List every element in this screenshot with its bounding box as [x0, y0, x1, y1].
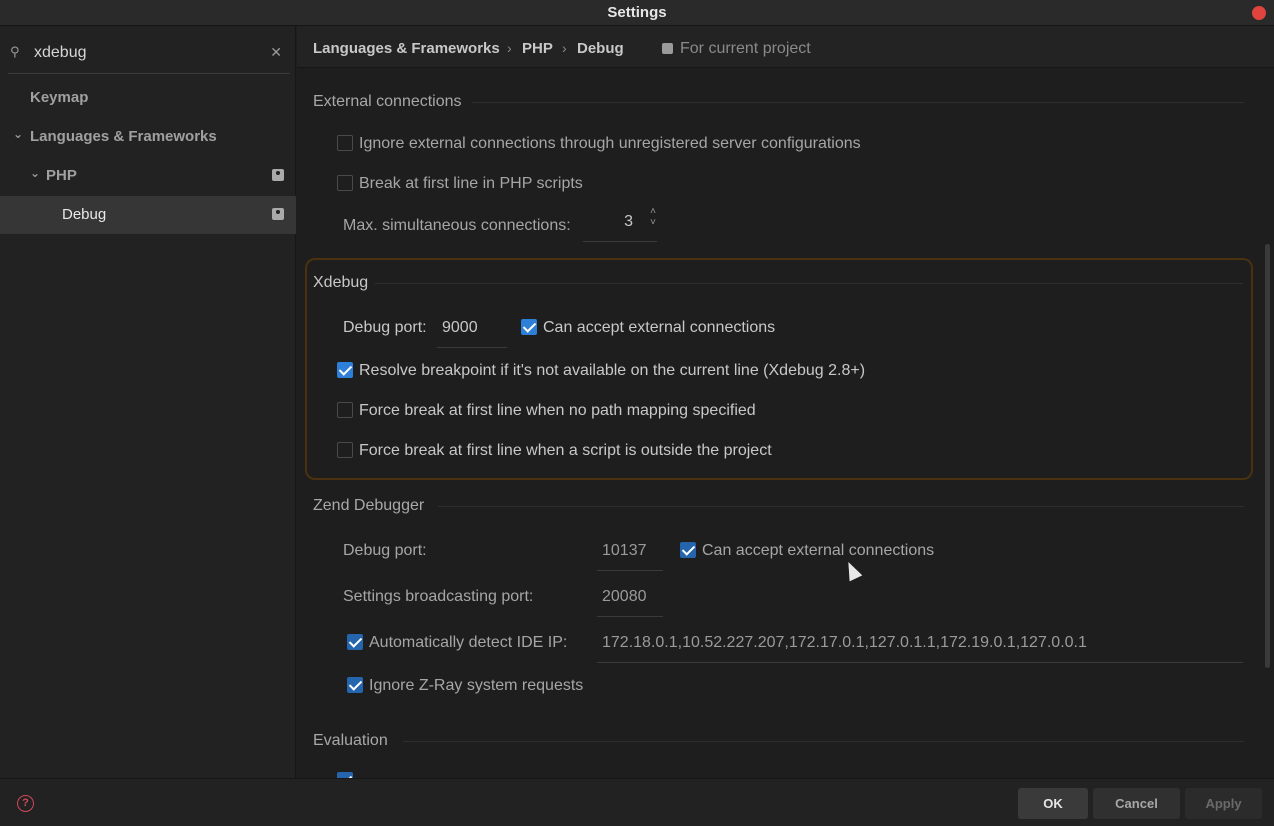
clear-search-icon[interactable]: ✕ [270, 44, 282, 61]
project-scope-icon [272, 169, 284, 181]
apply-button[interactable]: Apply [1185, 788, 1262, 819]
force-break-no-path-label[interactable]: Force break at first line when no path m… [359, 402, 756, 420]
ignore-zray-checkbox[interactable] [347, 677, 363, 693]
resolve-breakpoint-checkbox[interactable] [337, 362, 353, 378]
settings-search: ⚲ ✕ [8, 34, 290, 74]
title-bar: Settings [0, 0, 1274, 26]
broadcast-port-label: Settings broadcasting port: [343, 588, 534, 605]
sidebar-item-languages-frameworks[interactable]: ⌄ Languages & Frameworks [0, 118, 296, 156]
evaluation-title: Evaluation [313, 732, 388, 749]
sidebar-item-label: Debug [62, 206, 107, 223]
ignore-zray-label[interactable]: Ignore Z-Ray system requests [369, 677, 583, 695]
break-first-line-checkbox[interactable] [337, 175, 353, 191]
zend-accept-label[interactable]: Can accept external connections [702, 542, 934, 560]
scope-label: For current project [680, 40, 811, 57]
dialog-footer: ? OK Cancel Apply [0, 778, 1274, 826]
force-break-outside-label[interactable]: Force break at first line when a script … [359, 442, 772, 460]
ide-ip-field[interactable]: 172.18.0.1,10.52.227.207,172.17.0.1,127.… [597, 625, 1243, 663]
group-divider [472, 102, 1244, 103]
zend-port-field[interactable]: 10137 [597, 533, 663, 571]
chevron-down-icon[interactable]: ⌄ [13, 127, 23, 141]
cancel-button[interactable]: Cancel [1093, 788, 1180, 819]
breadcrumb-item-languages[interactable]: Languages & Frameworks [313, 40, 500, 57]
group-divider [438, 506, 1244, 507]
breadcrumb-separator: › [562, 40, 567, 56]
breadcrumb: Languages & Frameworks › PHP › Debug For… [297, 26, 1274, 68]
xdebug-port-field[interactable]: 9000 [437, 310, 507, 348]
sidebar-item-keymap[interactable]: Keymap [0, 79, 296, 117]
project-scope-icon [662, 43, 673, 54]
close-window-button[interactable] [1252, 6, 1266, 20]
breadcrumb-separator: › [507, 40, 512, 56]
zend-debugger-title: Zend Debugger [313, 497, 425, 514]
xdebug-accept-label[interactable]: Can accept external connections [543, 319, 775, 337]
group-divider [375, 283, 1243, 284]
chevron-down-icon[interactable]: ⌄ [30, 166, 40, 180]
search-input[interactable] [34, 42, 254, 64]
external-connections-title: External connections [313, 93, 462, 110]
group-divider [403, 741, 1244, 742]
auto-detect-ip-label[interactable]: Automatically detect IDE IP: [369, 634, 567, 652]
sidebar-item-label: Languages & Frameworks [30, 128, 217, 145]
vertical-scrollbar[interactable] [1265, 244, 1270, 668]
ignore-external-label[interactable]: Ignore external connections through unre… [359, 135, 861, 153]
sidebar-item-debug[interactable]: Debug [0, 196, 296, 234]
force-break-no-path-checkbox[interactable] [337, 402, 353, 418]
spinner-arrows-icon[interactable]: ˄ ˅ [646, 206, 660, 232]
sidebar-item-label: PHP [46, 167, 77, 184]
zend-port-label: Debug port: [343, 542, 427, 559]
auto-detect-ip-checkbox[interactable] [347, 634, 363, 650]
settings-content: Languages & Frameworks › PHP › Debug For… [297, 26, 1274, 778]
ide-ip-value: 172.18.0.1,10.52.227.207,172.17.0.1,127.… [602, 634, 1087, 651]
project-scope-icon [272, 208, 284, 220]
xdebug-title: Xdebug [313, 274, 369, 291]
zend-port-value: 10137 [602, 542, 647, 559]
xdebug-port-value: 9000 [442, 319, 478, 336]
breadcrumb-item-debug: Debug [577, 40, 624, 57]
resolve-breakpoint-label[interactable]: Resolve breakpoint if it's not available… [359, 362, 865, 380]
max-connections-value: 3 [624, 213, 633, 230]
sidebar-item-label: Keymap [30, 89, 89, 106]
search-icon: ⚲ [10, 44, 20, 59]
break-first-line-label[interactable]: Break at first line in PHP scripts [359, 175, 583, 193]
force-break-outside-checkbox[interactable] [337, 442, 353, 458]
sidebar-item-php[interactable]: ⌄ PHP [0, 157, 296, 195]
zend-accept-checkbox[interactable] [680, 542, 696, 558]
settings-sidebar: ⚲ ✕ Keymap ⌄ Languages & Frameworks ⌄ PH… [0, 26, 296, 778]
window-title: Settings [607, 4, 667, 21]
xdebug-accept-checkbox[interactable] [521, 319, 537, 335]
xdebug-port-label: Debug port: [343, 319, 427, 336]
ok-button[interactable]: OK [1018, 788, 1088, 819]
broadcast-port-field[interactable]: 20080 [597, 579, 663, 617]
broadcast-port-value: 20080 [602, 588, 647, 605]
max-connections-label: Max. simultaneous connections: [343, 217, 571, 234]
breadcrumb-item-php[interactable]: PHP [522, 40, 553, 57]
ignore-external-checkbox[interactable] [337, 135, 353, 151]
help-icon[interactable]: ? [17, 795, 34, 812]
